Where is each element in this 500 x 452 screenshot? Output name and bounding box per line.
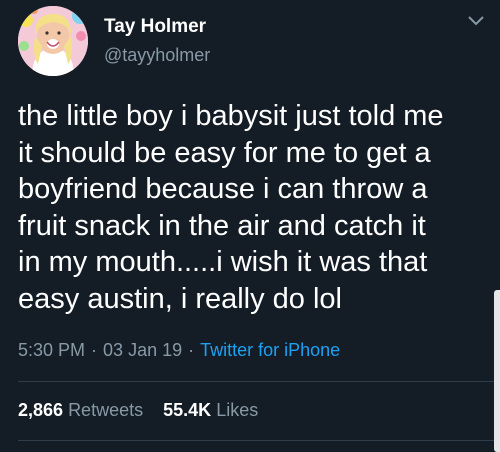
tweet-text-line: it should be easy for me to get a <box>18 136 431 169</box>
display-name[interactable]: Tay Holmer <box>104 16 206 38</box>
likes-count: 55.4K <box>163 400 212 420</box>
tweet-date[interactable]: 03 Jan 19 <box>103 340 182 360</box>
separator: · <box>91 340 98 360</box>
likes-label: Likes <box>216 400 259 420</box>
tweet-text-line: boyfriend because i can throw a <box>18 173 428 205</box>
retweets-stat[interactable]: 2,866 Retweets <box>18 400 143 420</box>
tweet-text-line: in my mouth.....i wish it was that <box>18 246 428 278</box>
avatar-image <box>18 6 88 76</box>
divider <box>18 381 500 382</box>
retweets-count: 2,866 <box>18 400 64 420</box>
tweet-text: the little boy i babysit just told me it… <box>18 98 488 317</box>
separator: · <box>188 340 195 360</box>
chevron-down-icon[interactable] <box>466 14 486 28</box>
divider <box>18 440 500 441</box>
tweet-meta: 5:30 PM · 03 Jan 19 · Twitter for iPhone <box>18 340 340 361</box>
tweet-source-link[interactable]: Twitter for iPhone <box>200 340 340 360</box>
tweet-stats: 2,866 Retweets 55.4K Likes <box>18 400 258 421</box>
scrollbar[interactable] <box>494 290 500 452</box>
retweets-label: Retweets <box>68 400 144 420</box>
tweet-time[interactable]: 5:30 PM <box>18 340 85 360</box>
user-handle[interactable]: @tayyholmer <box>104 45 210 66</box>
likes-stat[interactable]: 55.4K Likes <box>163 400 258 420</box>
tweet-text-line: easy austin, i really do lol <box>18 282 342 315</box>
tweet-card: Tay Holmer @tayyholmer the little boy i … <box>0 0 500 452</box>
tweet-text-line: fruit snack in the air and catch it <box>18 209 426 242</box>
avatar[interactable] <box>18 6 88 76</box>
tweet-text-line: the little boy i babysit just told me <box>18 100 444 132</box>
